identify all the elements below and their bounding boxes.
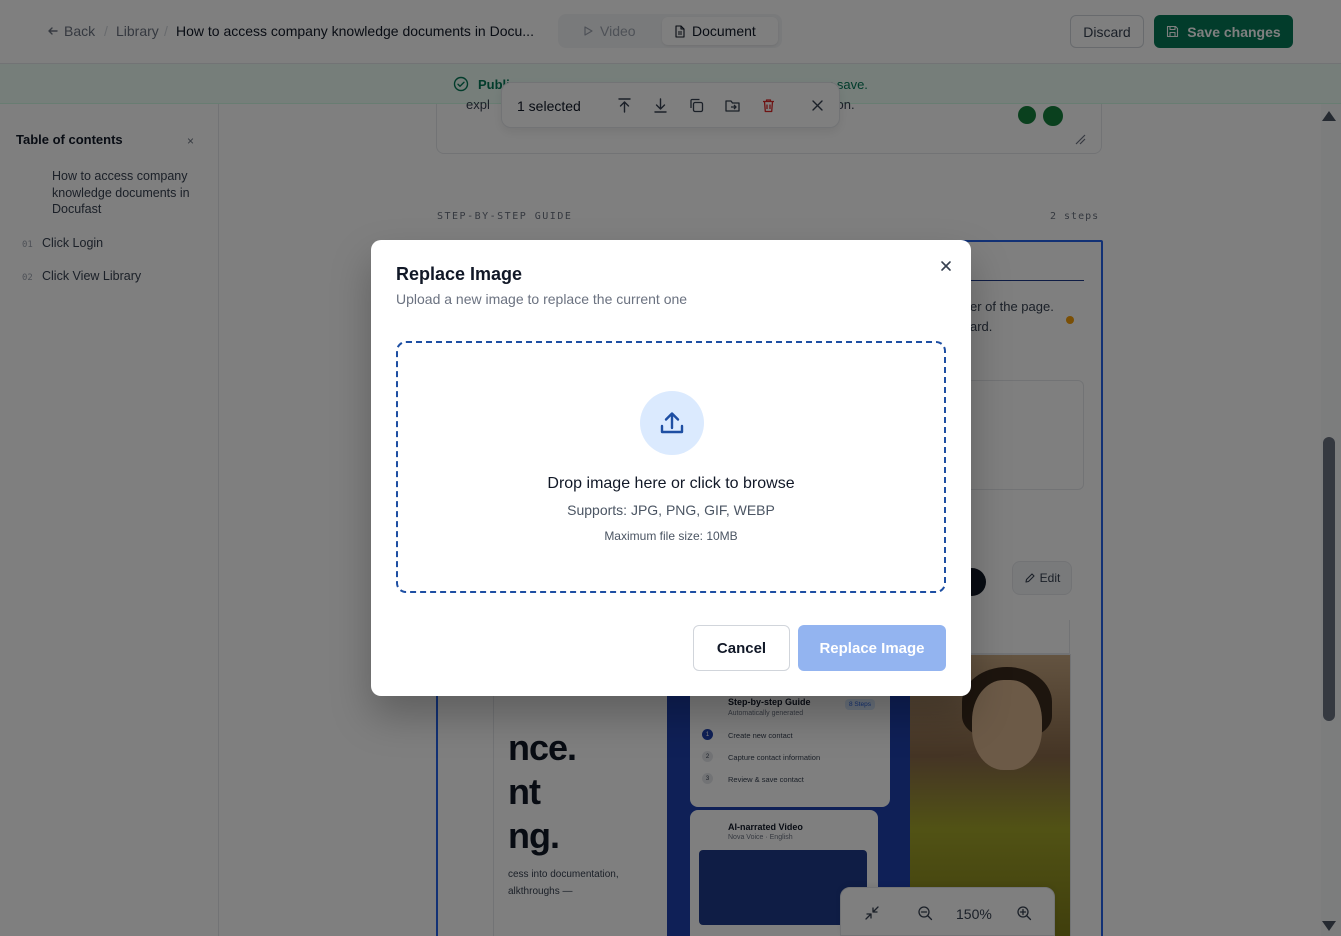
dropzone-instructions: Drop image here or click to browse [547, 475, 795, 492]
upload-icon-badge [640, 391, 704, 455]
dialog-title: Replace Image [396, 264, 523, 284]
max-file-size: Maximum file size: 10MB [604, 529, 738, 543]
supported-formats: Supports: JPG, PNG, GIF, WEBP [567, 502, 775, 518]
replace-image-button[interactable]: Replace Image [798, 625, 946, 671]
image-dropzone[interactable]: Drop image here or click to browse Suppo… [396, 341, 946, 593]
cancel-button[interactable]: Cancel [693, 625, 790, 671]
close-icon[interactable] [937, 257, 955, 275]
dialog-subtitle: Upload a new image to replace the curren… [396, 291, 688, 307]
upload-icon [660, 412, 684, 434]
replace-image-dialog: Replace Image Upload a new image to repl… [371, 240, 971, 696]
